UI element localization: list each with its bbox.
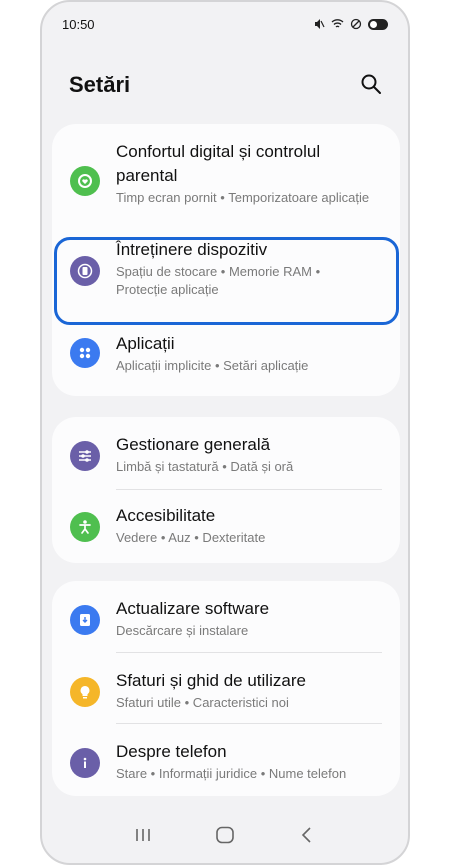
software-update-icon bbox=[70, 605, 100, 635]
settings-item-apps[interactable]: Aplicații Aplicații implicite • Setări a… bbox=[52, 324, 400, 396]
back-icon bbox=[301, 827, 311, 843]
settings-item-digital-wellbeing[interactable]: Confortul digital și controlul parental … bbox=[52, 124, 400, 228]
search-icon[interactable] bbox=[360, 73, 382, 95]
item-title: Sfaturi și ghid de utilizare bbox=[116, 671, 306, 690]
recent-apps-button[interactable] bbox=[123, 820, 163, 850]
navigation-bar bbox=[42, 807, 408, 863]
recent-apps-icon bbox=[136, 829, 150, 841]
item-title: Actualizare software bbox=[116, 599, 270, 618]
home-icon bbox=[216, 826, 234, 844]
status-icons bbox=[313, 18, 388, 30]
sliders-icon bbox=[70, 441, 100, 471]
item-subtitle: Descărcare și instalare bbox=[116, 623, 249, 638]
page-title: Setări bbox=[69, 72, 131, 97]
phone-frame: 10:50 Setări Confortul digital și contro… bbox=[40, 0, 410, 865]
item-subtitle: Stare • Informații juridice • Nume telef… bbox=[116, 766, 347, 781]
back-button[interactable] bbox=[287, 820, 327, 850]
settings-item-accessibility[interactable]: Accesibilitate Vedere • Auz • Dexteritat… bbox=[52, 490, 400, 563]
status-bar: 10:50 bbox=[62, 14, 388, 34]
settings-item-general-management[interactable]: Gestionare generală Limbă și tastatură •… bbox=[52, 417, 400, 490]
home-button[interactable] bbox=[205, 820, 245, 850]
item-title: Aplicații bbox=[116, 334, 175, 353]
do-not-disturb-icon bbox=[350, 18, 362, 30]
wifi-icon bbox=[331, 19, 344, 28]
item-subtitle: Vedere • Auz • Dexteritate bbox=[116, 530, 266, 545]
item-title: Confortul digital și controlul parental bbox=[116, 142, 321, 185]
settings-item-software-update[interactable]: Actualizare software Descărcare și insta… bbox=[52, 581, 400, 653]
digital-wellbeing-icon bbox=[70, 166, 100, 196]
highlight-frame bbox=[54, 237, 399, 325]
settings-card-2: Gestionare generală Limbă și tastatură •… bbox=[52, 417, 400, 563]
battery-icon bbox=[368, 18, 388, 30]
item-title: Accesibilitate bbox=[116, 506, 216, 525]
item-title: Despre telefon bbox=[116, 742, 227, 761]
item-subtitle: Limbă și tastatură • Dată și oră bbox=[116, 459, 294, 474]
info-icon bbox=[70, 748, 100, 778]
lightbulb-icon bbox=[70, 677, 100, 707]
accessibility-icon bbox=[70, 512, 100, 542]
item-subtitle: Aplicații implicite • Setări aplicație bbox=[116, 358, 309, 373]
item-title: Gestionare generală bbox=[116, 435, 271, 454]
mute-icon bbox=[315, 19, 325, 29]
apps-icon bbox=[70, 338, 100, 368]
settings-item-about-phone[interactable]: Despre telefon Stare • Informații juridi… bbox=[52, 724, 400, 796]
item-subtitle: Timp ecran pornit • Temporizatoare aplic… bbox=[116, 190, 370, 205]
settings-item-tips[interactable]: Sfaturi și ghid de utilizare Sfaturi uti… bbox=[52, 653, 400, 724]
item-subtitle: Sfaturi utile • Caracteristici noi bbox=[116, 695, 289, 710]
settings-card-3: Actualizare software Descărcare și insta… bbox=[52, 581, 400, 796]
status-time: 10:50 bbox=[62, 16, 95, 32]
